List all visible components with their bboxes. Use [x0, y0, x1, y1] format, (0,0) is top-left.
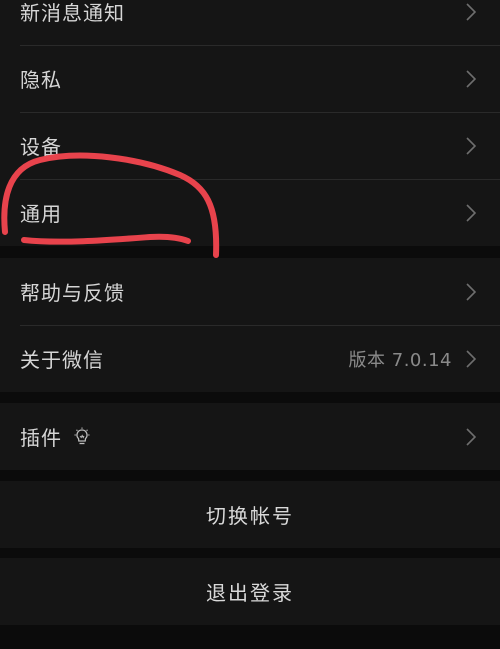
switch-account-group: 切换帐号 — [0, 481, 500, 548]
settings-item-label: 帮助与反馈 — [20, 281, 125, 305]
chevron-right-icon — [466, 202, 480, 224]
settings-item-help-feedback[interactable]: 帮助与反馈 — [0, 258, 500, 325]
chevron-right-icon — [466, 135, 480, 157]
chevron-right-icon — [466, 1, 480, 23]
settings-item-label: 通用 — [20, 202, 62, 226]
switch-account-label: 切换帐号 — [206, 504, 294, 528]
settings-group-about: 帮助与反馈 关于微信 版本 7.0.14 — [0, 258, 500, 392]
switch-account-button[interactable]: 切换帐号 — [0, 481, 500, 548]
chevron-right-icon — [466, 68, 480, 90]
settings-item-about[interactable]: 关于微信 版本 7.0.14 — [0, 325, 500, 392]
logout-label: 退出登录 — [206, 581, 294, 605]
settings-item-label: 插件 — [20, 426, 62, 450]
settings-item-privacy[interactable]: 隐私 — [0, 45, 500, 112]
settings-item-label: 隐私 — [20, 68, 62, 92]
logout-button[interactable]: 退出登录 — [0, 558, 500, 625]
version-value: 版本 7.0.14 — [348, 349, 452, 371]
settings-item-notifications[interactable]: 新消息通知 — [0, 0, 500, 45]
settings-item-devices[interactable]: 设备 — [0, 112, 500, 179]
settings-screen: 新消息通知 隐私 设备 通用 帮助与反馈 关于微信 版本 7.0.14 插件 切… — [0, 0, 500, 649]
chevron-right-icon — [466, 426, 480, 448]
settings-item-label: 关于微信 — [20, 348, 104, 372]
chevron-right-icon — [466, 281, 480, 303]
lightbulb-icon — [72, 427, 92, 447]
chevron-right-icon — [466, 348, 480, 370]
settings-item-label: 新消息通知 — [20, 1, 125, 25]
settings-group-plugins: 插件 — [0, 403, 500, 470]
settings-group-main: 新消息通知 隐私 设备 通用 — [0, 0, 500, 246]
settings-item-plugins[interactable]: 插件 — [0, 403, 500, 470]
settings-item-general[interactable]: 通用 — [0, 179, 500, 246]
settings-item-label: 设备 — [20, 135, 62, 159]
logout-group: 退出登录 — [0, 558, 500, 625]
